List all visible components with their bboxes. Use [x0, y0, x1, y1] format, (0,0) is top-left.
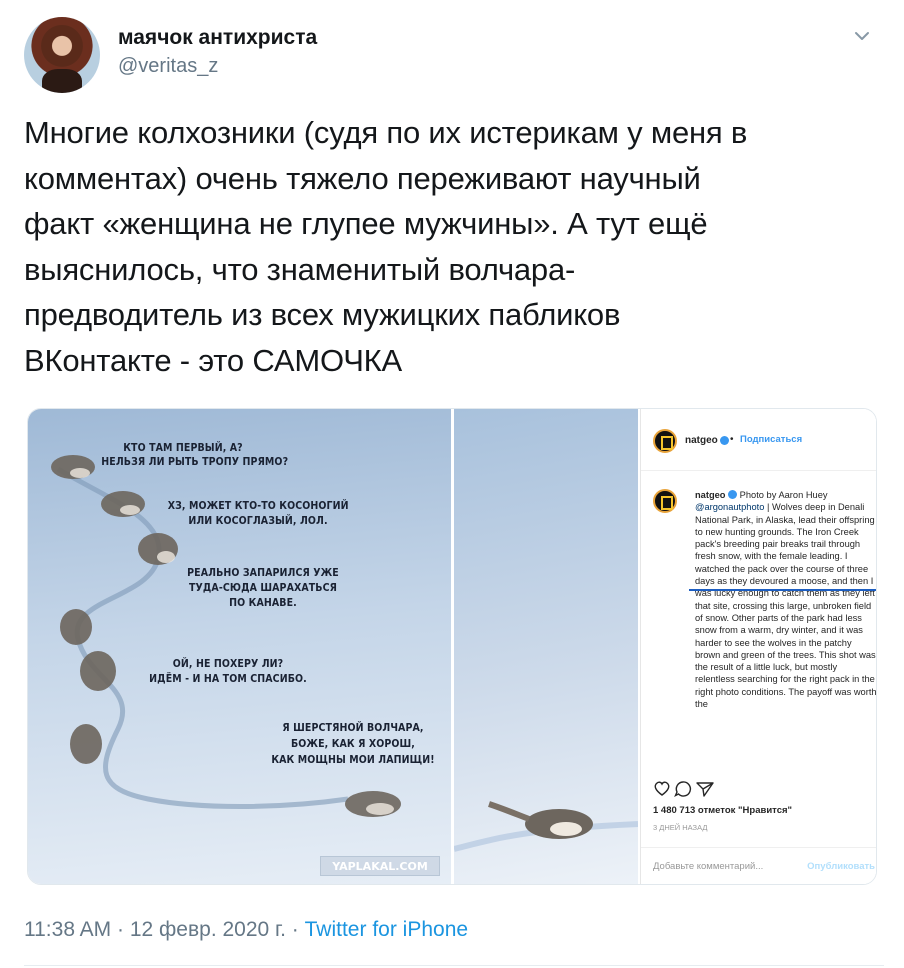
natgeo-logo-icon — [653, 489, 677, 513]
instagram-post-panel: natgeo • Подписаться natgeo Photo by Aar… — [640, 409, 877, 884]
divider — [24, 965, 884, 966]
caption-account[interactable]: natgeo — [695, 490, 725, 500]
separator-dot: • — [730, 434, 734, 445]
wolves-illustration — [51, 455, 401, 817]
follow-button[interactable]: Подписаться — [740, 434, 802, 445]
chevron-down-icon[interactable] — [852, 26, 872, 46]
watermark: YAPLAKAL.COM — [320, 856, 440, 876]
posted-ago: 3 ДНЕЙ НАЗАД — [653, 823, 708, 832]
highlight-underline — [689, 589, 876, 591]
comment-icon[interactable] — [674, 781, 692, 797]
natgeo-logo-icon — [653, 429, 677, 453]
tweet-text-line: ВКонтакте - это САМОЧКА — [24, 342, 403, 378]
meme-image[interactable]: КТО ТАМ ПЕРВЫЙ, А? НЕЛЬЗЯ ЛИ РЫТЬ ТРОПУ … — [28, 409, 451, 884]
tweet-text-line: предводитель из всех мужицких пабликов — [24, 297, 621, 332]
tweet-timestamp: 11:38 AM · 12 февр. 2020 г. · Twitter fo… — [24, 918, 468, 942]
heart-icon[interactable] — [654, 781, 670, 796]
author-handle[interactable]: @veritas_z — [118, 55, 218, 78]
caption-body: | Wolves deep in Denali National Park, i… — [695, 502, 877, 710]
meme-caption-line: ХЗ, МОЖЕТ КТО-ТО КОСОНОГИЙ — [167, 499, 349, 512]
wolf-photo — [454, 409, 638, 884]
verified-badge-icon — [720, 436, 729, 445]
tweet-media[interactable]: КТО ТАМ ПЕРВЫЙ, А? НЕЛЬЗЯ ЛИ РЫТЬ ТРОПУ … — [27, 408, 877, 885]
meme-caption-line: ПО КАНАВЕ. — [229, 596, 297, 609]
tweet-source-link[interactable]: Twitter for iPhone — [305, 918, 468, 941]
meme-caption-line: НЕЛЬЗЯ ЛИ РЫТЬ ТРОПУ ПРЯМО? — [101, 455, 289, 468]
meme-caption-line: ОЙ, НЕ ПОХЕРУ ЛИ? — [172, 657, 284, 670]
publish-button[interactable]: Опубликовать — [807, 861, 875, 872]
meme-caption-line: КАК МОЩНЫ МОИ ЛАПИЩИ! — [271, 753, 435, 766]
post-actions — [653, 779, 873, 799]
verified-badge-icon — [728, 490, 738, 499]
tweet-text-line: комментах) очень тяжело переживают научн… — [24, 160, 701, 196]
instagram-caption: natgeo Photo by Aaron Huey @argonautphot… — [695, 489, 877, 767]
tweet-text: Многие колхозники (судя по их истерикам … — [24, 110, 884, 383]
instagram-account-name[interactable]: natgeo — [685, 435, 718, 446]
meme-caption-line: БОЖЕ, КАК Я ХОРОШ, — [290, 737, 415, 750]
meme-caption-line: Я ШЕРСТЯНОЙ ВОЛЧАРА, — [282, 721, 424, 734]
avatar[interactable] — [24, 17, 100, 93]
meme-caption-line: РЕАЛЬНО ЗАПАРИЛСЯ УЖЕ — [187, 566, 339, 579]
instagram-header: natgeo • Подписаться — [641, 409, 876, 471]
tweet-text-line: факт «женщина не глупее мужчины». А тут … — [24, 206, 708, 241]
instagram-screenshot[interactable]: natgeo • Подписаться natgeo Photo by Aar… — [454, 409, 877, 884]
comment-bar: Добавьте комментарий... Опубликовать — [641, 847, 876, 884]
share-icon[interactable] — [696, 782, 714, 797]
author-name[interactable]: маячок антихриста — [118, 26, 317, 50]
meme-caption-line: КТО ТАМ ПЕРВЫЙ, А? — [123, 441, 243, 454]
likes-count[interactable]: 1 480 713 отметок "Нравится" — [653, 805, 792, 816]
caption-prefix: Photo by Aaron Huey — [739, 490, 828, 500]
tweet-text-line: выяснилось, что знаменитый волчара- — [24, 251, 576, 287]
timestamp-text[interactable]: 11:38 AM · 12 февр. 2020 г. · — [24, 918, 305, 941]
meme-caption-line: ИЛИ КОСОГЛАЗЫЙ, ЛОЛ. — [188, 514, 328, 527]
meme-caption-line: ИДЁМ - И НА ТОМ СПАСИБО. — [149, 672, 307, 685]
comment-input[interactable]: Добавьте комментарий... — [653, 861, 763, 872]
caption-mention[interactable]: @argonautphoto — [695, 502, 764, 512]
meme-caption-line: ТУДА-СЮДА ШАРАХАТЬСЯ — [188, 581, 338, 594]
tweet-text-line: Многие колхозники (судя по их истерикам … — [24, 115, 748, 150]
